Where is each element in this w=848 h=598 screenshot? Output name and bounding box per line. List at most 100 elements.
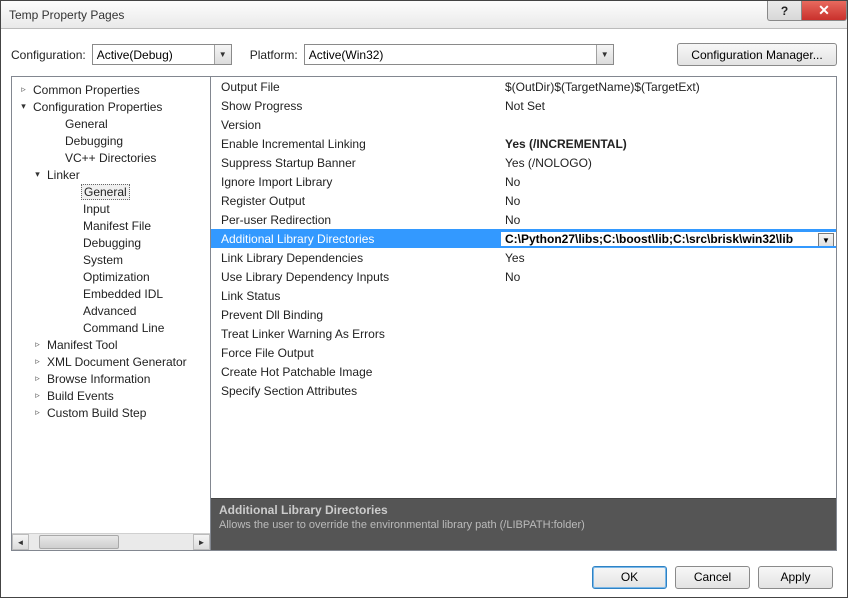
property-name: Force File Output <box>211 346 501 360</box>
chevron-right-icon[interactable]: ▹ <box>32 339 43 350</box>
close-icon: ✕ <box>818 2 830 19</box>
platform-value: Active(Win32) <box>309 48 384 62</box>
chevron-right-icon[interactable]: ▹ <box>32 356 43 367</box>
tree-node[interactable]: ▹Manifest Tool <box>14 336 208 353</box>
chevron-right-icon[interactable]: ▹ <box>32 390 43 401</box>
tree-node[interactable]: Input <box>14 200 208 217</box>
chevron-down-icon[interactable]: ▾ <box>18 101 29 112</box>
scroll-left-icon[interactable]: ◄ <box>12 534 29 550</box>
tree-node[interactable]: ▹Browse Information <box>14 370 208 387</box>
property-value[interactable]: Yes <box>501 251 836 265</box>
tree-node-label: Embedded IDL <box>81 287 165 301</box>
description-pane: Additional Library Directories Allows th… <box>211 498 836 550</box>
tree-hscrollbar[interactable]: ◄ ► <box>12 533 210 550</box>
property-row[interactable]: Create Hot Patchable Image <box>211 362 836 381</box>
tree-node[interactable]: General <box>14 183 208 200</box>
chevron-down-icon[interactable]: ▾ <box>32 169 43 180</box>
close-button[interactable]: ✕ <box>801 1 847 21</box>
property-grid[interactable]: Output File$(OutDir)$(TargetName)$(Targe… <box>211 77 836 498</box>
chevron-down-icon[interactable]: ▼ <box>818 233 834 246</box>
tree-panel: ▹Common Properties▾Configuration Propert… <box>11 76 211 551</box>
tree-node[interactable]: ▹XML Document Generator <box>14 353 208 370</box>
scroll-track[interactable] <box>29 534 193 550</box>
tree-node[interactable]: ▹Build Events <box>14 387 208 404</box>
property-value[interactable]: $(OutDir)$(TargetName)$(TargetExt) <box>501 80 836 94</box>
tree-node-label: General <box>81 184 130 200</box>
tree-node[interactable]: System <box>14 251 208 268</box>
platform-dropdown[interactable]: Active(Win32) ▼ <box>304 44 614 65</box>
property-value[interactable]: No <box>501 213 836 227</box>
property-name: Create Hot Patchable Image <box>211 365 501 379</box>
ok-button[interactable]: OK <box>592 566 667 589</box>
property-row[interactable]: Per-user RedirectionNo <box>211 210 836 229</box>
tree-node[interactable]: Command Line <box>14 319 208 336</box>
tree-node[interactable]: Advanced <box>14 302 208 319</box>
tree-node-label: Browse Information <box>45 372 152 386</box>
cancel-button[interactable]: Cancel <box>675 566 750 589</box>
property-row[interactable]: Prevent Dll Binding <box>211 305 836 324</box>
property-row[interactable]: Treat Linker Warning As Errors <box>211 324 836 343</box>
property-row[interactable]: Link Status <box>211 286 836 305</box>
scroll-right-icon[interactable]: ► <box>193 534 210 550</box>
property-value[interactable]: No <box>501 270 836 284</box>
property-row[interactable]: Specify Section Attributes <box>211 381 836 400</box>
property-row[interactable]: Ignore Import LibraryNo <box>211 172 836 191</box>
tree-node-label: Manifest File <box>81 219 153 233</box>
window-title: Temp Property Pages <box>9 8 124 22</box>
chevron-right-icon[interactable]: ▹ <box>18 84 29 95</box>
tree-spacer <box>68 203 79 214</box>
window-controls: ? ✕ <box>767 1 847 21</box>
tree-node[interactable]: Debugging <box>14 132 208 149</box>
property-value[interactable]: No <box>501 194 836 208</box>
property-value[interactable]: Not Set <box>501 99 836 113</box>
tree-node-label: Optimization <box>81 270 152 284</box>
help-icon: ? <box>781 4 788 18</box>
scroll-thumb[interactable] <box>39 535 119 549</box>
tree-node[interactable]: General <box>14 115 208 132</box>
property-row[interactable]: Show ProgressNot Set <box>211 96 836 115</box>
description-title: Additional Library Directories <box>219 503 828 517</box>
help-button[interactable]: ? <box>767 1 801 21</box>
property-row[interactable]: Force File Output <box>211 343 836 362</box>
property-row[interactable]: Enable Incremental LinkingYes (/INCREMEN… <box>211 134 836 153</box>
tree[interactable]: ▹Common Properties▾Configuration Propert… <box>12 77 210 533</box>
configuration-dropdown[interactable]: Active(Debug) ▼ <box>92 44 232 65</box>
tree-node[interactable]: Embedded IDL <box>14 285 208 302</box>
dialog-footer: OK Cancel Apply <box>1 557 847 597</box>
property-name: Link Library Dependencies <box>211 251 501 265</box>
property-row[interactable]: Additional Library DirectoriesC:\Python2… <box>211 229 836 248</box>
property-value[interactable]: No <box>501 175 836 189</box>
tree-node[interactable]: VC++ Directories <box>14 149 208 166</box>
tree-spacer <box>50 135 61 146</box>
apply-button[interactable]: Apply <box>758 566 833 589</box>
property-name: Output File <box>211 80 501 94</box>
property-value[interactable]: Yes (/INCREMENTAL) <box>501 137 836 151</box>
tree-node[interactable]: Manifest File <box>14 217 208 234</box>
property-name: Ignore Import Library <box>211 175 501 189</box>
property-value[interactable]: C:\Python27\libs;C:\boost\lib;C:\src\bri… <box>501 232 836 246</box>
tree-node-label: Debugging <box>81 236 143 250</box>
chevron-right-icon[interactable]: ▹ <box>32 407 43 418</box>
property-row[interactable]: Use Library Dependency InputsNo <box>211 267 836 286</box>
tree-spacer <box>68 288 79 299</box>
property-value[interactable]: Yes (/NOLOGO) <box>501 156 836 170</box>
configuration-manager-button[interactable]: Configuration Manager... <box>677 43 837 66</box>
tree-node[interactable]: ▹Custom Build Step <box>14 404 208 421</box>
tree-node-label: Build Events <box>45 389 116 403</box>
tree-node[interactable]: Debugging <box>14 234 208 251</box>
tree-spacer <box>68 237 79 248</box>
tree-node[interactable]: ▹Common Properties <box>14 81 208 98</box>
tree-node[interactable]: ▾Configuration Properties <box>14 98 208 115</box>
tree-node-label: XML Document Generator <box>45 355 189 369</box>
property-row[interactable]: Output File$(OutDir)$(TargetName)$(Targe… <box>211 77 836 96</box>
tree-node[interactable]: Optimization <box>14 268 208 285</box>
property-row[interactable]: Link Library DependenciesYes <box>211 248 836 267</box>
property-row[interactable]: Register OutputNo <box>211 191 836 210</box>
tree-node[interactable]: ▾Linker <box>14 166 208 183</box>
property-row[interactable]: Version <box>211 115 836 134</box>
chevron-right-icon[interactable]: ▹ <box>32 373 43 384</box>
tree-node-label: Custom Build Step <box>45 406 148 420</box>
platform-label: Platform: <box>250 48 298 62</box>
tree-node-label: System <box>81 253 125 267</box>
property-row[interactable]: Suppress Startup BannerYes (/NOLOGO) <box>211 153 836 172</box>
